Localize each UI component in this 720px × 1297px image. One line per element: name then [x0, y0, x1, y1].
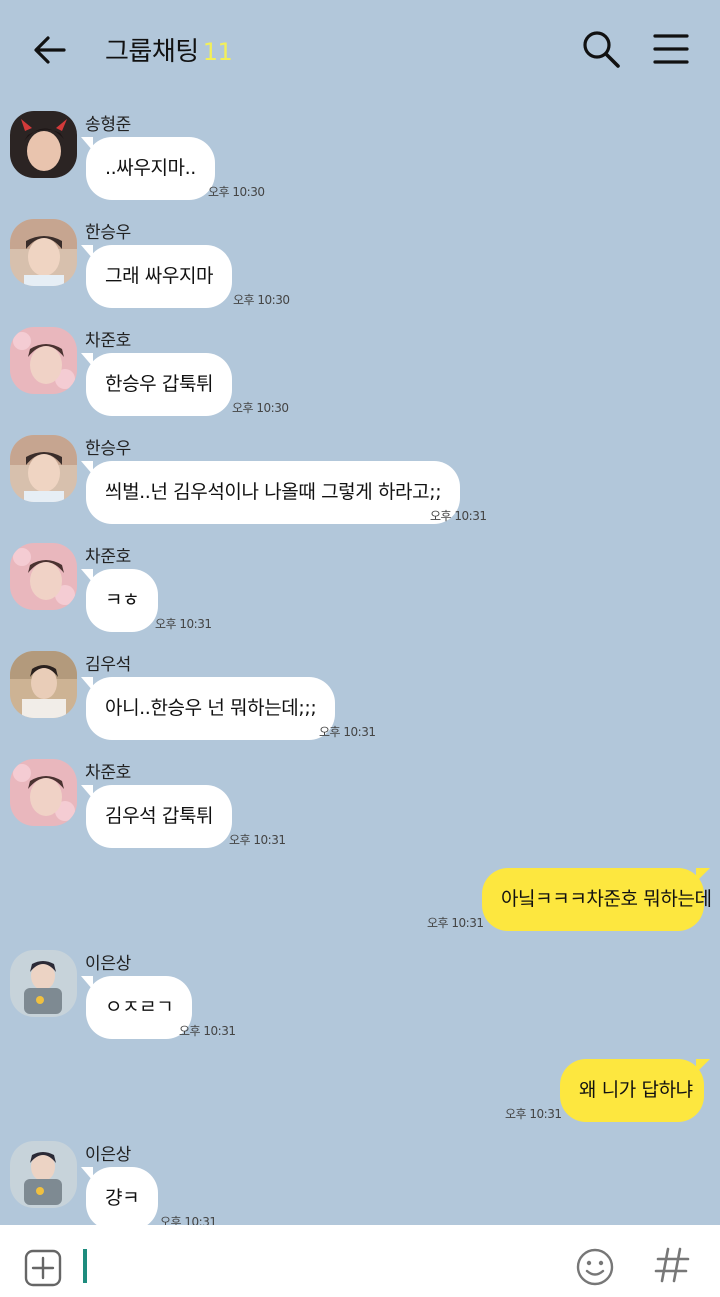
- message-bubble[interactable]: 걍ㅋ: [80, 1167, 159, 1230]
- message-bubble[interactable]: 김우석 갑툭튀: [80, 785, 233, 848]
- message-bubble[interactable]: ㅋㅎ: [80, 569, 159, 632]
- message-bubble[interactable]: 아니..한승우 넌 뭐하는데;;;: [80, 677, 336, 740]
- chat-header: 그룹채팅 11: [0, 0, 720, 98]
- attach-button[interactable]: [24, 1249, 62, 1287]
- message-time: 오후 10:30: [208, 185, 265, 199]
- avatar[interactable]: [10, 435, 77, 502]
- sender-name: 한승우: [85, 439, 132, 459]
- chat-title: 그룹채팅 11: [105, 31, 233, 68]
- avatar[interactable]: [10, 219, 77, 286]
- search-icon: [583, 31, 620, 68]
- arrow-left-icon: [34, 36, 66, 64]
- chat-title-text: 그룹채팅: [105, 37, 199, 67]
- profile-photo: [10, 759, 77, 826]
- profile-photo: [10, 543, 77, 610]
- hashtag-button[interactable]: [652, 1243, 692, 1287]
- message-time: 오후 10:31: [229, 833, 286, 847]
- member-count: 11: [202, 38, 233, 66]
- sender-name: 차준호: [85, 763, 132, 783]
- avatar[interactable]: [10, 1141, 77, 1208]
- message-input-bar: [0, 1225, 720, 1297]
- profile-photo: [10, 435, 77, 502]
- smiley-icon: [576, 1248, 614, 1286]
- message-time: 오후 10:31: [430, 509, 487, 523]
- profile-photo: [10, 327, 77, 394]
- menu-button[interactable]: [652, 32, 690, 66]
- message-bubble[interactable]: ..싸우지마..: [81, 137, 215, 200]
- search-button[interactable]: [580, 28, 622, 70]
- message-time: 오후 10:31: [155, 617, 212, 631]
- profile-photo: [10, 1141, 77, 1208]
- message-input-caret[interactable]: [83, 1249, 87, 1283]
- sender-name: 이은상: [85, 954, 132, 974]
- sender-name: 차준호: [85, 331, 132, 351]
- profile-photo: [10, 219, 77, 286]
- message-bubble[interactable]: ㅇㅈㄹㄱ: [80, 976, 193, 1039]
- plus-square-icon: [24, 1249, 62, 1287]
- avatar[interactable]: [10, 950, 77, 1017]
- hamburger-menu-icon: [653, 34, 689, 64]
- sender-name: 이은상: [85, 1145, 132, 1165]
- back-button[interactable]: [30, 30, 70, 70]
- message-time: 오후 10:31: [427, 916, 484, 930]
- profile-photo: [10, 111, 77, 178]
- message-bubble-mine[interactable]: 아닠ㅋㅋㅋ차준호 뭐하는데: [482, 868, 712, 931]
- profile-photo: [10, 950, 77, 1017]
- avatar[interactable]: [10, 543, 77, 610]
- sender-name: 송형준: [85, 115, 132, 135]
- hash-icon: [654, 1247, 690, 1283]
- message-time: 오후 10:31: [179, 1024, 236, 1038]
- message-time: 오후 10:31: [319, 725, 376, 739]
- message-time: 오후 10:30: [233, 293, 290, 307]
- sender-name: 한승우: [85, 223, 132, 243]
- avatar[interactable]: [10, 111, 77, 178]
- sender-name: 차준호: [85, 547, 132, 567]
- emoji-button[interactable]: [575, 1247, 615, 1287]
- message-bubble[interactable]: 그래 싸우지마: [80, 245, 233, 308]
- message-bubble-mine[interactable]: 왜 니가 답하냐: [560, 1059, 710, 1122]
- avatar[interactable]: [10, 327, 77, 394]
- message-time: 오후 10:30: [232, 401, 289, 415]
- message-time: 오후 10:31: [505, 1107, 562, 1121]
- avatar[interactable]: [10, 651, 77, 718]
- message-bubble[interactable]: 씌벌..넌 김우석이나 나올때 그렇게 하라고;;: [80, 461, 461, 524]
- sender-name: 김우석: [85, 655, 132, 675]
- avatar[interactable]: [10, 759, 77, 826]
- profile-photo: [10, 651, 77, 718]
- message-bubble[interactable]: 한승우 갑툭튀: [80, 353, 233, 416]
